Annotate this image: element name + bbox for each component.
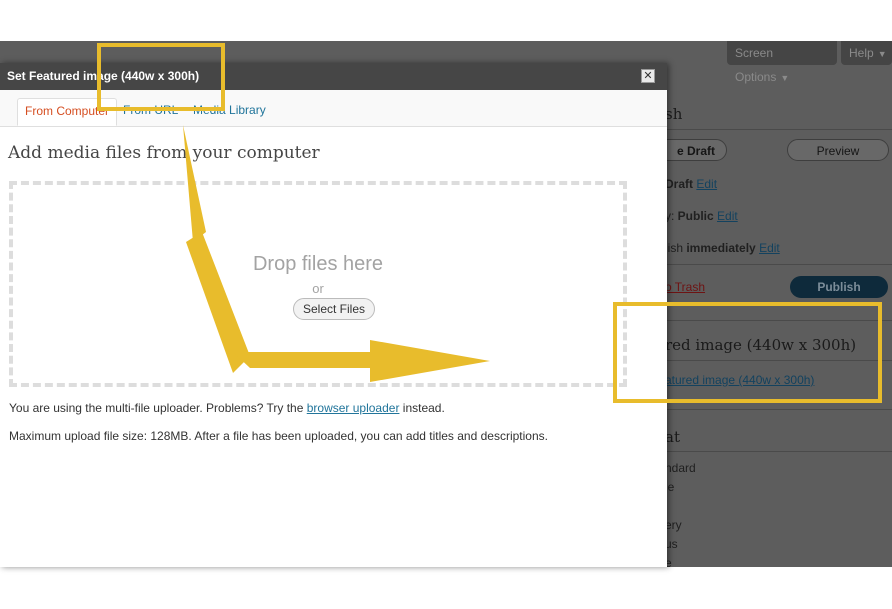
arrow-head-right [370, 340, 490, 382]
arrow-shaft-vertical [186, 232, 250, 373]
bent-arrow-icon [183, 125, 490, 382]
arrow-head-up [183, 125, 206, 242]
arrow-shaft-horizontal [233, 352, 372, 368]
